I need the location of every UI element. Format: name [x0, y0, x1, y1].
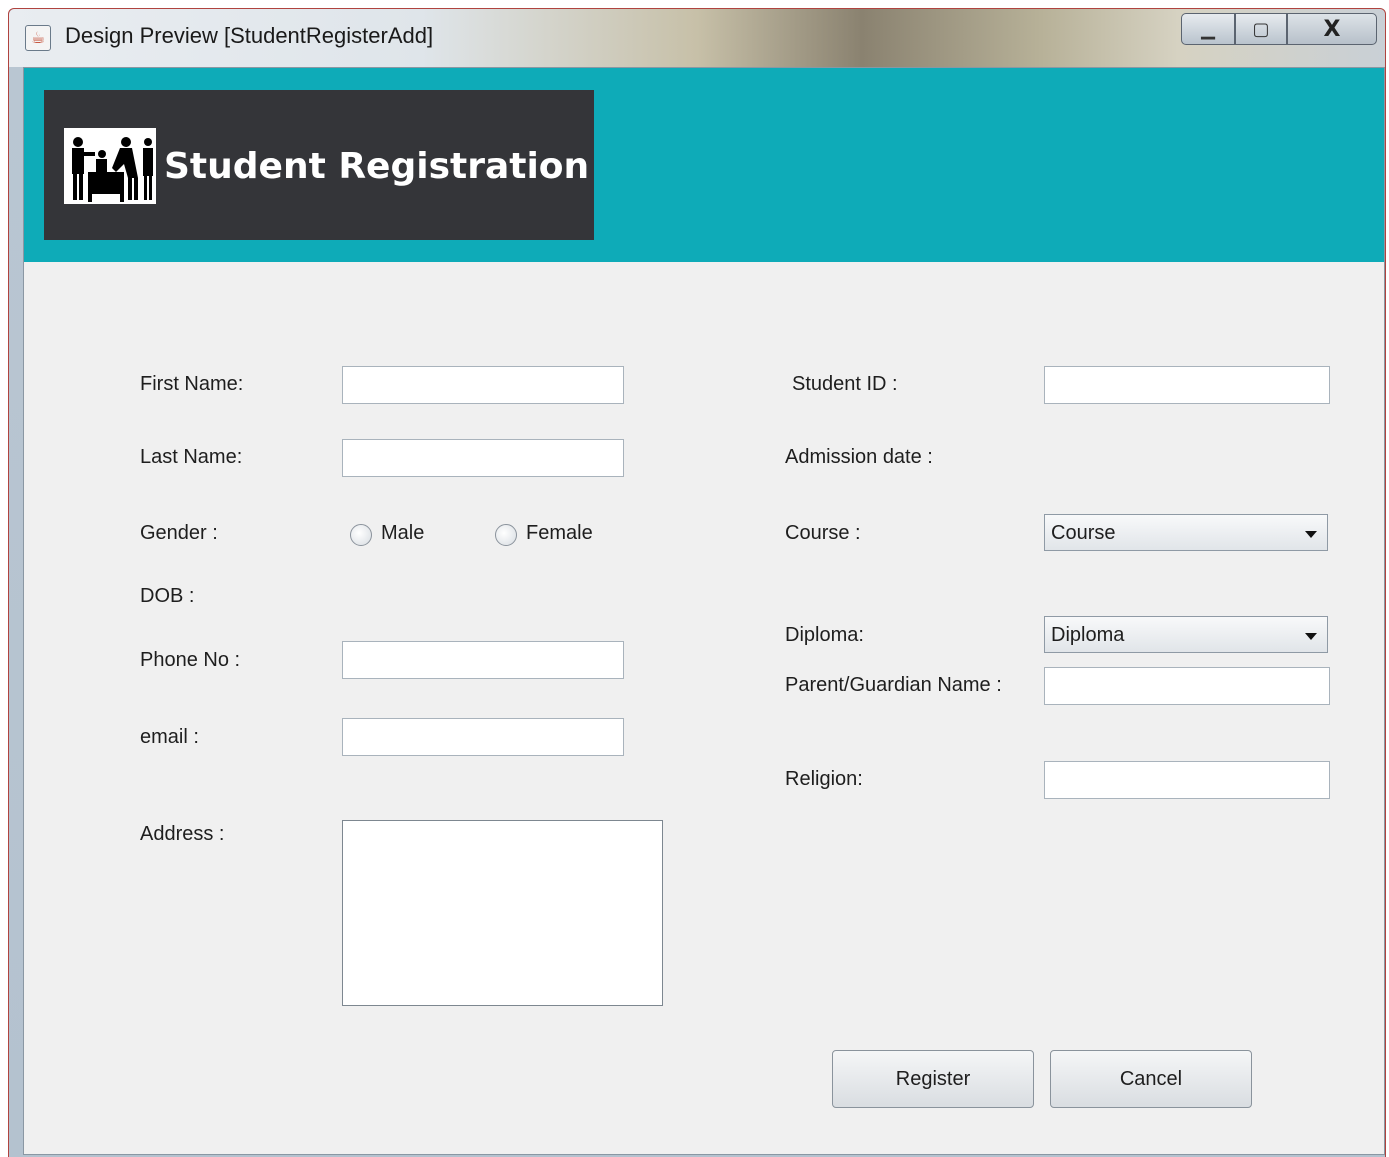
minimize-button[interactable]: ▁: [1181, 13, 1235, 45]
window-controls: ▁ ▢ X: [1181, 13, 1377, 49]
gender-male-label[interactable]: Male: [381, 522, 424, 545]
religion-field[interactable]: [1044, 761, 1330, 799]
window-title: Design Preview [StudentRegisterAdd]: [65, 23, 434, 48]
address-textarea[interactable]: [342, 820, 663, 1006]
gender-female-radio[interactable]: [495, 524, 517, 546]
admission-date-label: Admission date :: [785, 446, 933, 468]
last-name-field[interactable]: [342, 439, 624, 477]
course-selected-value: Course: [1051, 522, 1116, 544]
minimize-icon: ▁: [1201, 18, 1215, 40]
diploma-label: Diploma:: [785, 624, 864, 646]
parent-name-label: Parent/Guardian Name :: [785, 674, 1002, 696]
java-app-icon: ☕: [25, 25, 51, 51]
close-button[interactable]: X: [1287, 13, 1377, 45]
gender-label: Gender :: [140, 522, 218, 544]
phone-label: Phone No :: [140, 649, 241, 671]
app-window: ☕ Design Preview [StudentRegisterAdd] ▁ …: [8, 8, 1386, 1157]
gender-male-radio[interactable]: [350, 524, 372, 546]
register-button[interactable]: Register: [832, 1050, 1034, 1108]
email-field[interactable]: [342, 718, 624, 756]
student-id-label: Student ID :: [792, 373, 898, 395]
chevron-down-icon: [1305, 531, 1317, 538]
course-label: Course :: [785, 522, 861, 544]
header-box: Student Registration: [44, 90, 594, 240]
diploma-selected-value: Diploma: [1051, 624, 1125, 646]
chevron-down-icon: [1305, 633, 1317, 640]
gender-female-label[interactable]: Female: [526, 522, 593, 545]
address-label: Address :: [140, 823, 225, 845]
dob-label: DOB :: [140, 585, 195, 607]
phone-field[interactable]: [342, 641, 624, 679]
maximize-icon: ▢: [1252, 18, 1270, 40]
course-dropdown[interactable]: Course: [1044, 514, 1328, 551]
close-icon: X: [1323, 16, 1341, 42]
cancel-button-label: Cancel: [1119, 1067, 1183, 1090]
register-button-label: Register: [895, 1067, 971, 1090]
header-band: Student Registration: [24, 68, 1384, 262]
student-id-field[interactable]: [1044, 366, 1330, 404]
religion-label: Religion:: [785, 768, 863, 790]
cancel-button[interactable]: Cancel: [1050, 1050, 1252, 1108]
page-title: Student Registration: [164, 146, 590, 187]
maximize-button[interactable]: ▢: [1235, 13, 1287, 45]
email-label: email :: [140, 726, 199, 748]
students-teacher-icon: [64, 128, 156, 204]
first-name-field[interactable]: [342, 366, 624, 404]
first-name-label: First Name:: [140, 373, 244, 395]
title-bar[interactable]: ☕ Design Preview [StudentRegisterAdd] ▁ …: [9, 9, 1385, 67]
parent-name-field[interactable]: [1044, 667, 1330, 705]
last-name-label: Last Name:: [140, 446, 243, 468]
form-panel: Student Registration First Name: Last Na…: [23, 67, 1385, 1155]
diploma-dropdown[interactable]: Diploma: [1044, 616, 1328, 653]
